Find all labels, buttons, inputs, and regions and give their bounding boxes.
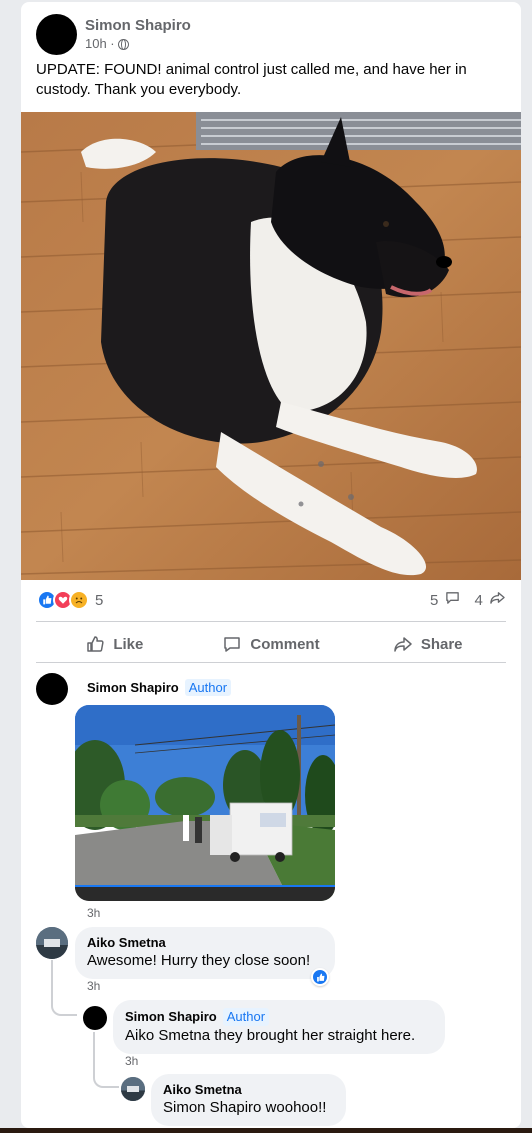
comment-count-icon [445, 592, 460, 609]
comment-photo-street[interactable] [75, 705, 335, 901]
bottom-edge [0, 1128, 532, 1133]
author-badge: Author [184, 679, 232, 696]
globe-icon [117, 38, 129, 50]
comment-bubble: Aiko Smetna Awesome! Hurry they close so… [75, 927, 335, 979]
comment-count[interactable]: 5 [430, 590, 461, 609]
post-text: UPDATE: FOUND! animal control just calle… [36, 61, 467, 98]
comment-bubble: Aiko Smetna Simon Shapiro woohoo!! [151, 1074, 346, 1126]
divider [36, 621, 506, 622]
divider [36, 662, 506, 663]
comment-bubble: Simon Shapiro Author Aiko Smetna they bro… [113, 1000, 445, 1054]
comment-author-name[interactable]: Simon Shapiro [125, 1009, 217, 1024]
comment-time[interactable]: 3h [87, 906, 100, 920]
comment-time[interactable]: 3h [87, 979, 100, 993]
post-actions: Like Comment Share [36, 625, 506, 663]
comment-author-name[interactable]: Aiko Smetna [87, 935, 323, 951]
post-photo-dog[interactable] [21, 112, 521, 580]
comment-like-reaction-icon[interactable] [311, 968, 329, 986]
commenter-avatar[interactable] [36, 927, 68, 959]
reactions-summary[interactable]: 5 [37, 590, 103, 610]
comment-author-name[interactable]: Aiko Smetna [163, 1082, 334, 1098]
share-icon [394, 637, 412, 652]
post-time[interactable]: 10h · [85, 35, 115, 53]
comment-icon [224, 637, 241, 652]
engagement-counts: 5 4 [430, 590, 505, 609]
comment-text: Awesome! Hurry they close soon! [87, 952, 311, 969]
commenter-avatar[interactable] [121, 1077, 145, 1101]
comment-label: Comment [250, 635, 320, 653]
like-icon [87, 636, 104, 652]
post-meta: 10h · [85, 35, 191, 53]
like-button[interactable]: Like [36, 625, 193, 663]
post-card: Simon Shapiro 10h · UPDATE: FOUND! anima… [21, 2, 521, 1128]
comment-button[interactable]: Comment [193, 625, 350, 663]
comment-author-name[interactable]: Simon Shapiro [87, 680, 179, 695]
commenter-avatar[interactable] [83, 1006, 107, 1030]
like-label: Like [113, 635, 144, 653]
share-label: Share [420, 635, 463, 653]
comment-text: Simon Shapiro woohoo!! [163, 1099, 327, 1116]
reaction-count: 5 [95, 591, 104, 609]
share-count[interactable]: 4 [474, 590, 505, 609]
share-count-icon [490, 592, 505, 609]
author-badge: Author [222, 1008, 270, 1026]
thread-connector [93, 1032, 119, 1088]
thread-connector [51, 960, 77, 1016]
comment-count-value: 5 [429, 592, 439, 609]
post-author-name[interactable]: Simon Shapiro [85, 16, 191, 35]
commenter-avatar[interactable] [36, 673, 68, 705]
comment-text: Aiko Smetna they brought her straight he… [125, 1027, 416, 1044]
sad-reaction-icon [69, 590, 89, 610]
share-count-value: 4 [474, 592, 483, 609]
post-header: Simon Shapiro 10h · [36, 14, 191, 55]
author-avatar[interactable] [36, 14, 77, 55]
share-button[interactable]: Share [349, 625, 506, 663]
comment-author: Simon Shapiro Author [87, 679, 232, 696]
comment-time[interactable]: 3h [125, 1054, 138, 1068]
